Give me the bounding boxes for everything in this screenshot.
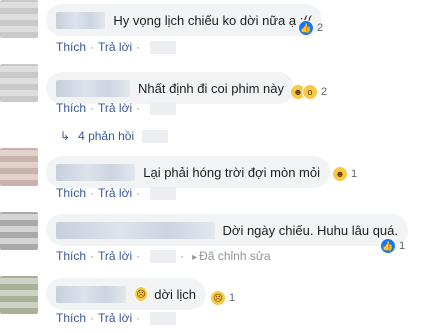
commenter-name[interactable] [56, 11, 106, 29]
comment-text: Hy vọng lịch chiếu ko dời nữa ạ :(( [113, 12, 312, 28]
haha-icon: ☻ [332, 166, 348, 182]
reaction-count: 1 [229, 292, 236, 304]
separator: · [90, 249, 95, 263]
reactions[interactable]: ☻ o 2 [290, 82, 327, 102]
like-link[interactable]: Thích [56, 249, 86, 263]
reply-link[interactable]: Trả lời [98, 186, 132, 200]
comment-bubble: Lại phải hóng trời đợi mòn mỏi [46, 156, 330, 188]
reply-arrow-icon: ↳ [60, 129, 71, 143]
comment-bubble: ☹ dời lịch [46, 278, 206, 310]
replies-count[interactable]: 4 phản hồi [78, 129, 134, 143]
comment-actions: Thích · Trả lời · [56, 310, 177, 326]
commenter-name[interactable] [56, 163, 136, 181]
timestamp[interactable] [150, 249, 177, 263]
timestamp[interactable] [150, 311, 177, 325]
reaction-count: 2 [321, 86, 328, 98]
like-icon: 👍 [380, 238, 396, 254]
reactions[interactable]: 👍 2 [298, 18, 323, 38]
separator: · [90, 186, 95, 200]
like-link[interactable]: Thích [56, 40, 86, 54]
separator: · [136, 101, 141, 115]
commenter-name[interactable] [56, 285, 126, 303]
avatar[interactable] [0, 0, 38, 38]
avatar[interactable] [0, 148, 38, 186]
reply-link[interactable]: Trả lời [98, 101, 132, 115]
timestamp[interactable] [150, 186, 177, 200]
comment-actions: Thích · Trả lời · · ▸ Đã chỉnh sửa [56, 248, 271, 264]
reply-link[interactable]: Trả lời [98, 40, 132, 54]
comment-actions: Thích · Trả lời · [56, 185, 177, 201]
separator: · [136, 40, 141, 54]
comment-text: dời lịch [154, 286, 196, 302]
separator: · [90, 40, 95, 54]
comment-text: Lại phải hóng trời đợi mòn mỏi [143, 164, 320, 180]
comment-bubble: Dời ngày chiếu. Huhu lâu quá. [46, 214, 408, 246]
commenter-name[interactable] [56, 221, 215, 239]
reply-link[interactable]: Trả lời [98, 249, 132, 263]
timestamp[interactable] [150, 40, 177, 54]
like-link[interactable]: Thích [56, 186, 86, 200]
avatar[interactable] [0, 64, 38, 102]
reactions[interactable]: ☻ 1 [332, 164, 357, 184]
commenter-name[interactable] [56, 79, 131, 97]
edited-label[interactable]: ▸ Đã chỉnh sửa [192, 249, 270, 263]
reaction-count: 1 [351, 168, 358, 180]
separator: · [136, 311, 141, 325]
comment-text: Dời ngày chiếu. Huhu lâu quá. [222, 222, 398, 238]
reply-link[interactable]: Trả lời [98, 311, 132, 325]
separator: · [136, 249, 141, 263]
separator: · [180, 249, 185, 263]
separator: · [136, 186, 141, 200]
edited-icon: ▸ [192, 252, 198, 263]
comment-actions: Thích · Trả lời · [56, 39, 177, 55]
comment-bubble: Hy vọng lịch chiếu ko dời nữa ạ :(( [46, 4, 322, 36]
timestamp[interactable] [150, 101, 177, 115]
like-icon: 👍 [298, 20, 314, 36]
sad-face-icon: ☹ [133, 286, 149, 302]
like-link[interactable]: Thích [56, 311, 86, 325]
edited-text: Đã chỉnh sửa [199, 249, 271, 263]
separator: · [90, 101, 95, 115]
sad-icon: ☹ [210, 290, 226, 306]
avatar[interactable] [0, 212, 38, 250]
wow-icon: o [302, 84, 318, 100]
reactions[interactable]: ☹ 1 [210, 288, 235, 308]
comment-actions: Thích · Trả lời · [56, 100, 177, 116]
view-replies-link[interactable]: ↳ 4 phản hồi [60, 128, 169, 144]
reaction-count: 2 [317, 22, 324, 34]
like-link[interactable]: Thích [56, 101, 86, 115]
timestamp [142, 129, 169, 143]
avatar[interactable] [0, 276, 38, 314]
separator: · [90, 311, 95, 325]
reactions[interactable]: 👍 1 [380, 236, 405, 256]
comment-text: Nhất định đi coi phim này [138, 80, 284, 96]
reaction-count: 1 [399, 240, 406, 252]
